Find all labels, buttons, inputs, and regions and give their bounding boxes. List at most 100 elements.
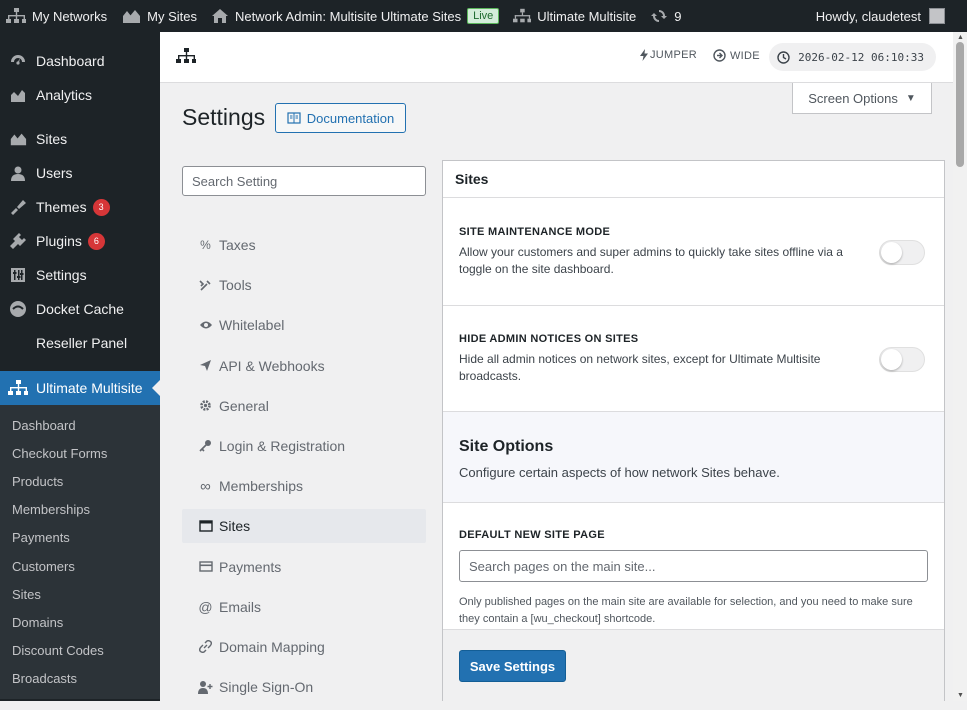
settings-nav-label: Sites <box>219 518 251 535</box>
search-setting-input[interactable]: Search Setting <box>182 166 426 196</box>
scroll-thumb[interactable] <box>956 42 964 167</box>
key-icon <box>198 439 213 453</box>
howdy-label: Howdy, claudetest <box>815 8 921 24</box>
default-new-site-page-field: Default New Site Page Search pages on th… <box>443 503 944 627</box>
page-scrollbar[interactable]: ▲ ▼ <box>953 32 967 701</box>
settings-nav-emails[interactable]: @ Emails <box>182 590 426 624</box>
plugins-update-badge: 6 <box>87 232 105 250</box>
sidebar-item-label: Ultimate Multisite <box>36 380 143 396</box>
page-search-input[interactable]: Search pages on the main site... <box>459 550 928 582</box>
submenu-item-domains[interactable]: Domains <box>0 608 160 636</box>
scroll-down-icon[interactable]: ▼ <box>957 692 964 699</box>
admin-bar: My Networks My Sites Network Admin: Mult… <box>0 0 967 32</box>
settings-nav-memberships[interactable]: ∞ Memberships <box>182 469 426 503</box>
sites-settings-panel: Sites Site Maintenance Mode Allow your c… <box>442 160 945 702</box>
network-icon <box>8 378 28 398</box>
sidebar-item-users[interactable]: Users <box>0 156 160 190</box>
my-account-link[interactable]: Howdy, claudetest <box>816 0 945 32</box>
settings-nav-label: Taxes <box>219 237 256 253</box>
settings-nav-api-webhooks[interactable]: API & Webhooks <box>182 349 426 383</box>
settings-nav-general[interactable]: General <box>182 389 426 423</box>
dashboard-icon <box>8 51 28 71</box>
sidebar-item-docket-cache[interactable]: Docket Cache <box>0 292 160 326</box>
browser-icon <box>198 520 213 533</box>
submenu-item-checkout-forms[interactable]: Checkout Forms <box>0 439 160 467</box>
sidebar-item-analytics[interactable]: Analytics <box>0 78 160 112</box>
submenu-item-broadcasts[interactable]: Broadcasts <box>0 665 160 693</box>
submenu-item-dashboard[interactable]: Dashboard <box>0 411 160 439</box>
settings-nav-label: General <box>219 397 269 414</box>
ultimate-multisite-label: Ultimate Multisite <box>537 8 637 24</box>
my-sites-label: My Sites <box>147 8 197 24</box>
my-networks-label: My Networks <box>32 8 108 24</box>
field-description: Allow your customers and super admins to… <box>459 245 843 276</box>
at-icon: @ <box>198 598 213 615</box>
sidebar-item-plugins[interactable]: Plugins 6 <box>0 224 160 258</box>
updates-count: 9 <box>674 8 682 24</box>
sites-icon <box>8 129 28 149</box>
settings-nav-whitelabel[interactable]: Whitelabel <box>182 308 426 342</box>
ultimate-multisite-topbar: JUMPER WIDE 2026-02-12 06:10:33 <box>160 32 953 83</box>
documentation-button[interactable]: Documentation <box>275 103 406 133</box>
settings-nav-single-sign-on[interactable]: Single Sign-On <box>182 670 426 704</box>
settings-nav-sites[interactable]: Sites <box>182 509 426 544</box>
page-search-placeholder: Search pages on the main site... <box>469 558 656 574</box>
sites-icon <box>123 10 141 23</box>
submenu-item-products[interactable]: Products <box>0 467 160 495</box>
field-description: Hide all admin notices on network sites,… <box>459 352 821 383</box>
save-settings-button[interactable]: Save Settings <box>459 650 566 682</box>
settings-nav-label: Single Sign-On <box>219 679 314 696</box>
submenu-item-memberships[interactable]: Memberships <box>0 496 160 524</box>
settings-nav-login-registration[interactable]: Login & Registration <box>182 429 426 463</box>
sidebar-item-sites[interactable]: Sites <box>0 122 160 156</box>
my-networks-link[interactable]: My Networks <box>0 0 114 32</box>
themes-update-badge: 3 <box>92 198 110 216</box>
settings-nav-taxes[interactable]: % Taxes <box>182 228 426 262</box>
screen-options-button[interactable]: Screen Options ▼ <box>792 83 932 114</box>
clock-icon <box>777 50 790 64</box>
user-plus-icon <box>198 680 213 695</box>
admin-sidebar: Dashboard Analytics Sites Users Themes 3… <box>0 32 160 701</box>
sidebar-item-ultimate-multisite[interactable]: Ultimate Multisite <box>0 371 160 405</box>
settings-nav-payments[interactable]: Payments <box>182 550 426 584</box>
jumper-button[interactable]: JUMPER <box>640 49 697 61</box>
credit-card-icon <box>198 561 213 572</box>
network-admin-label: Network Admin: Multisite Ultimate Sites <box>234 8 462 24</box>
avatar <box>929 8 945 24</box>
sidebar-item-settings[interactable]: Settings <box>0 258 160 292</box>
lightning-icon <box>640 49 648 61</box>
hide-admin-notices-toggle[interactable] <box>879 347 925 372</box>
my-sites-link[interactable]: My Sites <box>114 0 204 32</box>
updates-link[interactable]: 9 <box>643 0 688 32</box>
home-icon <box>211 9 228 23</box>
settings-nav-domain-mapping[interactable]: Domain Mapping <box>182 630 426 664</box>
sidebar-item-label: Docket Cache <box>36 301 124 317</box>
ultimate-multisite-link[interactable]: Ultimate Multisite <box>506 0 643 32</box>
sidebar-item-label: Reseller Panel <box>36 335 128 351</box>
network-admin-link[interactable]: Network Admin: Multisite Ultimate Sites … <box>204 0 506 32</box>
settings-nav-tools[interactable]: Tools <box>182 268 426 302</box>
percent-icon: % <box>200 238 211 252</box>
network-icon <box>6 8 26 23</box>
settings-icon <box>8 265 28 285</box>
network-logo-icon[interactable] <box>176 48 196 69</box>
infinity-icon: ∞ <box>200 477 211 495</box>
sidebar-item-themes[interactable]: Themes 3 <box>0 190 160 224</box>
site-maintenance-toggle[interactable] <box>879 240 925 265</box>
submenu-item-payments[interactable]: Payments <box>0 524 160 552</box>
field-title: Default New Site Page <box>459 529 605 541</box>
sidebar-item-dashboard[interactable]: Dashboard <box>0 44 160 78</box>
submenu-item-discount-codes[interactable]: Discount Codes <box>0 637 160 665</box>
sidebar-item-label: Settings <box>36 267 87 283</box>
send-icon <box>198 359 213 372</box>
panel-footer: Save Settings <box>443 629 944 702</box>
panel-heading: Sites <box>443 161 944 198</box>
submenu-item-customers[interactable]: Customers <box>0 552 160 580</box>
sidebar-item-reseller-panel[interactable]: Reseller Panel <box>0 326 160 360</box>
settings-nav-label: Whitelabel <box>219 317 285 334</box>
submenu-item-sites[interactable]: Sites <box>0 580 160 608</box>
settings-nav-label: Login & Registration <box>219 437 346 454</box>
sidebar-item-label: Themes <box>36 199 87 215</box>
scroll-up-icon[interactable]: ▲ <box>957 34 964 41</box>
wide-button[interactable]: WIDE <box>713 49 760 62</box>
